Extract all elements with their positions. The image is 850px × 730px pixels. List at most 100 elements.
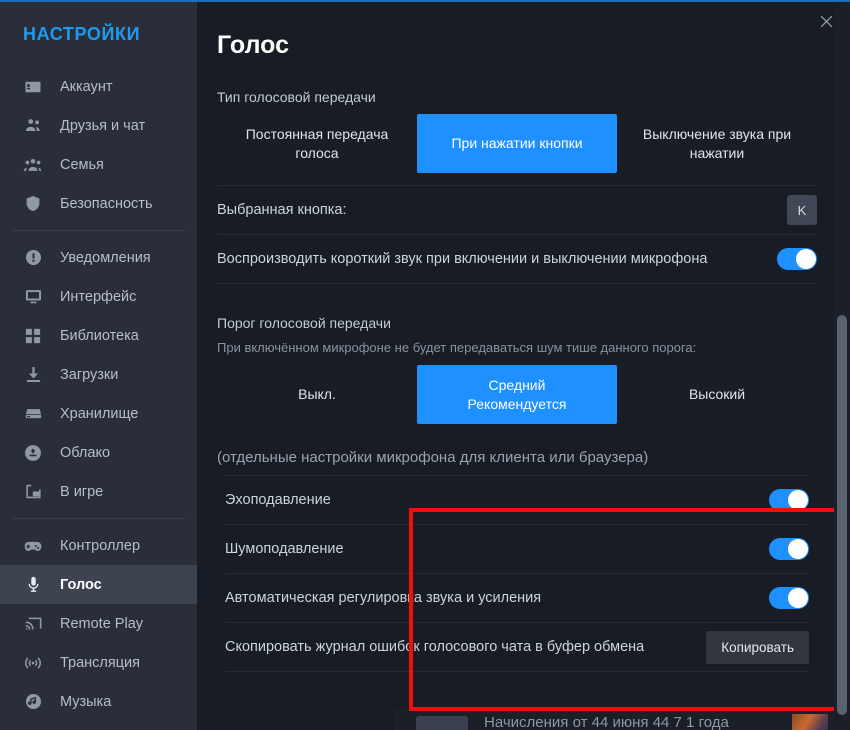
grid-library-icon — [23, 326, 43, 346]
download-icon — [23, 365, 43, 385]
sidebar-item-friends-chat[interactable]: Друзья и чат — [0, 106, 197, 145]
sidebar-item-label: Аккаунт — [60, 78, 113, 95]
sidebar-item-family[interactable]: Семья — [0, 145, 197, 184]
toggle-knob — [788, 490, 808, 510]
play-sound-row: Воспроизводить короткий звук при включен… — [217, 235, 817, 284]
mic-settings-group: Эхоподавление Шумоподавление Автоматичес… — [217, 475, 817, 672]
segment-threshold-medium-sub: Рекомендуется — [467, 395, 567, 412]
transmission-type-label: Тип голосовой передачи — [217, 89, 376, 105]
echo-cancellation-toggle[interactable] — [769, 489, 809, 511]
storage-drive-icon — [23, 404, 43, 424]
play-sound-label: Воспроизводить короткий звук при включен… — [217, 251, 708, 267]
settings-window: НАСТРОЙКИ Аккаунт Друзья и чат Семья Без… — [0, 0, 850, 730]
sidebar-separator — [12, 518, 185, 519]
noise-suppression-row: Шумоподавление — [225, 525, 809, 574]
sidebar-separator — [12, 230, 185, 231]
segment-threshold-high[interactable]: Высокий — [617, 365, 817, 424]
threshold-selector: Выкл. Средний Рекомендуется Высокий — [217, 365, 817, 424]
settings-sidebar: НАСТРОЙКИ Аккаунт Друзья и чат Семья Без… — [0, 0, 197, 730]
segment-threshold-medium-label: Средний — [488, 376, 546, 393]
noise-suppression-label: Шумоподавление — [225, 541, 344, 557]
segment-push-to-mute[interactable]: Выключение звука при нажатии — [617, 114, 817, 173]
sidebar-item-label: Музыка — [60, 693, 112, 710]
microphone-icon — [23, 575, 43, 595]
segment-always-on[interactable]: Постоянная передача голоса — [217, 114, 417, 173]
echo-cancellation-row: Эхоподавление — [225, 475, 809, 525]
voice-settings-content: Голос Тип голосовой передачи Постоянная … — [197, 0, 850, 672]
toggle-knob — [796, 249, 816, 269]
bottom-thumbnail — [416, 716, 468, 730]
sidebar-item-interface[interactable]: Интерфейс — [0, 277, 197, 316]
broadcast-icon — [23, 653, 43, 673]
threshold-label: Порог голосовой передачи — [217, 315, 391, 331]
segment-threshold-off[interactable]: Выкл. — [217, 365, 417, 424]
play-sound-toggle[interactable] — [777, 248, 817, 270]
sidebar-item-cloud[interactable]: Облако — [0, 433, 197, 472]
sidebar-item-label: Библиотека — [60, 327, 139, 344]
mic-settings-note: (отдельные настройки микрофона для клиен… — [217, 449, 649, 466]
echo-cancellation-label: Эхоподавление — [225, 492, 331, 508]
sidebar-item-label: Загрузки — [60, 366, 119, 383]
sidebar-item-label: Облако — [60, 444, 111, 461]
monitor-icon — [23, 287, 43, 307]
cloud-icon — [23, 443, 43, 463]
sidebar-item-security[interactable]: Безопасность — [0, 184, 197, 223]
noise-suppression-toggle[interactable] — [769, 538, 809, 560]
sidebar-item-label: Трансляция — [60, 654, 140, 671]
page-title: Голос — [217, 31, 289, 59]
segment-threshold-medium[interactable]: Средний Рекомендуется — [417, 365, 617, 424]
sidebar-item-label: Семья — [60, 156, 104, 173]
cast-icon — [23, 614, 43, 634]
copy-voice-log-row: Скопировать журнал ошибок голосового чат… — [225, 623, 809, 672]
toggle-knob — [788, 539, 808, 559]
settings-main-panel: Голос Тип голосовой передачи Постоянная … — [197, 0, 850, 730]
bell-notification-icon — [23, 248, 43, 268]
sidebar-item-label: В игре — [60, 483, 104, 500]
sidebar-item-label: Интерфейс — [60, 288, 137, 305]
music-note-icon — [23, 692, 43, 712]
window-top-accent — [0, 0, 850, 2]
sidebar-item-label: Remote Play — [60, 615, 144, 632]
toggle-knob — [788, 588, 808, 608]
threshold-description: При включённом микрофоне не будет переда… — [217, 340, 697, 355]
auto-gain-control-label: Автоматическая регулировка звука и усиле… — [225, 590, 542, 606]
gamepad-icon — [23, 536, 43, 556]
selected-key-row: Выбранная кнопка: K — [217, 185, 817, 235]
transmission-type-selector: Постоянная передача голоса При нажатии к… — [217, 114, 817, 173]
segment-threshold-off-label: Выкл. — [298, 386, 336, 403]
sidebar-item-label: Контроллер — [60, 537, 141, 554]
account-card-icon — [23, 77, 43, 97]
sidebar-item-controller[interactable]: Контроллер — [0, 526, 197, 565]
friends-icon — [23, 116, 43, 136]
copy-button[interactable]: Копировать — [706, 630, 809, 664]
sidebar-item-storage[interactable]: Хранилище — [0, 394, 197, 433]
selected-key-badge[interactable]: K — [787, 195, 817, 225]
sidebar-item-voice[interactable]: Голос — [0, 565, 197, 604]
segment-threshold-high-label: Высокий — [688, 386, 746, 403]
sidebar-item-music[interactable]: Музыка — [0, 682, 197, 721]
copy-voice-log-label: Скопировать журнал ошибок голосового чат… — [225, 639, 645, 655]
sidebar-item-account[interactable]: Аккаунт — [0, 67, 197, 106]
auto-gain-control-row: Автоматическая регулировка звука и усиле… — [225, 574, 809, 623]
sidebar-item-label: Безопасность — [60, 195, 153, 212]
sidebar-item-label: Уведомления — [60, 249, 151, 266]
sidebar-item-notifications[interactable]: Уведомления — [0, 238, 197, 277]
bottom-artwork — [792, 714, 828, 730]
sidebar-item-remote-play[interactable]: Remote Play — [0, 604, 197, 643]
in-game-icon — [23, 482, 43, 502]
main-scrollbar[interactable] — [834, 0, 850, 730]
shield-icon — [23, 194, 43, 214]
segment-push-to-talk[interactable]: При нажатии кнопки — [417, 114, 617, 173]
sidebar-item-in-game[interactable]: В игре — [0, 472, 197, 511]
sidebar-item-downloads[interactable]: Загрузки — [0, 355, 197, 394]
scrollbar-thumb[interactable] — [837, 315, 847, 715]
auto-gain-control-toggle[interactable] — [769, 587, 809, 609]
sidebar-title: НАСТРОЙКИ — [23, 24, 141, 44]
sidebar-item-label: Друзья и чат — [60, 117, 146, 134]
sidebar-item-broadcast[interactable]: Трансляция — [0, 643, 197, 682]
sidebar-item-label: Хранилище — [60, 405, 139, 422]
sidebar-item-label: Голос — [60, 576, 102, 593]
bottom-partial-row[interactable]: Начисления от 44 июня 44 7 1 года — [394, 708, 834, 730]
selected-key-label: Выбранная кнопка: — [217, 202, 347, 218]
sidebar-item-library[interactable]: Библиотека — [0, 316, 197, 355]
